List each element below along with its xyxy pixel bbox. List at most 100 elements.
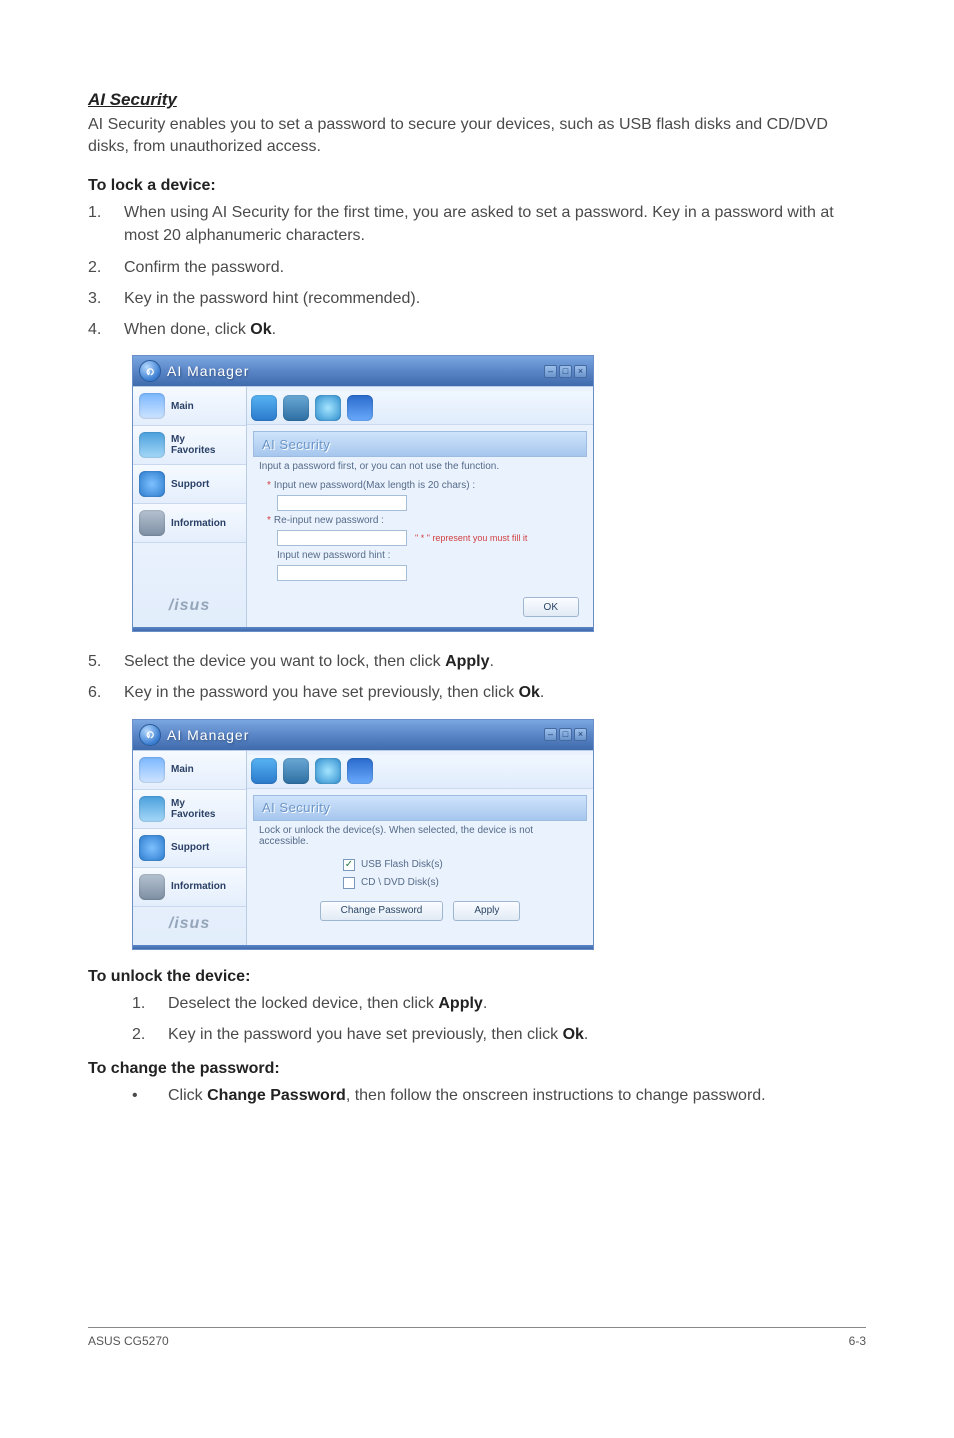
main-icon [139,757,165,783]
apply-button[interactable]: Apply [453,901,520,921]
form-row [277,495,587,511]
tool-icon[interactable] [315,758,341,784]
toolbar [247,391,593,425]
cd-checkbox[interactable] [343,877,355,889]
screenshot-ai-manager-setpw: ၈ AI Manager – □ × Main My Favorites [88,355,866,632]
maximize-button[interactable]: □ [559,728,572,741]
window-titlebar: ၈ AI Manager – □ × [133,720,593,750]
tool-icon[interactable] [283,395,309,421]
main-icon [139,393,165,419]
tool-icon[interactable] [251,758,277,784]
favorites-icon [139,432,165,458]
app-logo-icon: ၈ [139,360,161,382]
ai-security-intro: AI Security enables you to set a passwor… [88,114,866,157]
window-bottom-border [133,627,593,631]
form-label-reinput: * Re-input new password : [267,515,587,526]
minimize-button[interactable]: – [544,728,557,741]
list-item: 2. Key in the password you have set prev… [132,1023,866,1046]
content-pane: AI Security Input a password first, or y… [247,387,593,627]
sidebar-item-label: My Favorites [171,798,215,820]
list-item: 3. Key in the password hint (recommended… [88,287,866,310]
window-body: Main My Favorites Support Information [133,750,593,945]
new-password-input[interactable] [277,495,407,511]
list-item: 6. Key in the password you have set prev… [88,681,866,704]
favorites-icon [139,796,165,822]
window-titlebar: ၈ AI Manager – □ × [133,356,593,386]
usb-checkbox-row: ✓ USB Flash Disk(s) [343,859,587,871]
list-item: • Click Change Password, then follow the… [132,1084,866,1107]
window-title: AI Manager [167,727,544,743]
required-hint: " * " represent you must fill it [415,533,527,543]
sidebar: Main My Favorites Support Information [133,387,247,627]
step-text: Key in the password you have set previou… [124,681,544,704]
ai-manager-window: ၈ AI Manager – □ × Main My Favorites [132,719,594,950]
lock-device-heading: To lock a device: [88,177,866,195]
maximize-button[interactable]: □ [559,365,572,378]
screenshot-ai-manager-lock: ၈ AI Manager – □ × Main My Favorites [88,719,866,950]
change-password-list: • Click Change Password, then follow the… [132,1084,866,1107]
unlock-steps-list: 1. Deselect the locked device, then clic… [132,992,866,1046]
usb-label: USB Flash Disk(s) [361,859,443,870]
content-title: AI Security [253,431,587,457]
sidebar-item-information[interactable]: Information [133,504,246,543]
password-hint-input[interactable] [277,565,407,581]
information-icon [139,874,165,900]
content-description: Lock or unlock the device(s). When selec… [253,821,587,853]
window-body: Main My Favorites Support Information [133,386,593,627]
step-number: 6. [88,681,124,704]
content-pane: AI Security Lock or unlock the device(s)… [247,751,593,945]
sidebar-item-label: Information [171,881,226,892]
content-title: AI Security [253,795,587,821]
change-password-button[interactable]: Change Password [320,901,444,921]
sidebar-item-information[interactable]: Information [133,868,246,907]
minimize-button[interactable]: – [544,365,557,378]
tool-icon[interactable] [347,395,373,421]
sidebar-item-label: My Favorites [171,434,215,456]
form-label-newpw: * Input new password(Max length is 20 ch… [267,480,587,491]
reinput-password-input[interactable] [277,530,407,546]
tool-icon[interactable] [251,395,277,421]
tool-icon[interactable] [283,758,309,784]
sidebar-item-favorites[interactable]: My Favorites [133,426,246,465]
step-number: 5. [88,650,124,673]
cd-label: CD \ DVD Disk(s) [361,877,439,888]
sidebar-item-label: Information [171,518,226,529]
step-text: Key in the password you have set previou… [168,1023,588,1046]
sidebar-item-main[interactable]: Main [133,387,246,426]
close-button[interactable]: × [574,365,587,378]
tool-icon[interactable] [347,758,373,784]
page-content: AI Security AI Security enables you to s… [0,0,954,1388]
footer-right: 6-3 [849,1334,866,1348]
list-item: 1. Deselect the locked device, then clic… [132,992,866,1015]
lock-steps-continue-list: 5. Select the device you want to lock, t… [88,650,866,704]
footer-left: ASUS CG5270 [88,1334,169,1348]
step-text: When done, click Ok. [124,318,276,341]
form-label-hint: Input new password hint : [277,550,587,561]
button-row: OK [253,597,587,617]
usb-checkbox[interactable]: ✓ [343,859,355,871]
form-row [277,565,587,581]
bullet-text: Click Change Password, then follow the o… [168,1084,766,1107]
sidebar-brand: /isus [133,907,246,945]
close-button[interactable]: × [574,728,587,741]
form-row: " * " represent you must fill it [277,530,587,546]
required-star-icon: * [267,480,271,491]
content-description: Input a password first, or you can not u… [253,457,587,478]
sidebar-item-label: Support [171,842,209,853]
sidebar-item-label: Support [171,479,209,490]
ai-manager-window: ၈ AI Manager – □ × Main My Favorites [132,355,594,632]
tool-icon[interactable] [315,395,341,421]
window-buttons: – □ × [544,365,587,378]
list-item: 2. Confirm the password. [88,256,866,279]
sidebar-item-support[interactable]: Support [133,465,246,504]
sidebar-item-main[interactable]: Main [133,751,246,790]
list-item: 1. When using AI Security for the first … [88,201,866,247]
unlock-device-heading: To unlock the device: [88,968,866,986]
step-number: 1. [88,201,124,247]
sidebar-item-support[interactable]: Support [133,829,246,868]
sidebar-item-favorites[interactable]: My Favorites [133,790,246,829]
page-footer: ASUS CG5270 6-3 [88,1327,866,1348]
sidebar-item-label: Main [171,764,194,775]
bullet-icon: • [132,1084,168,1107]
ok-button[interactable]: OK [523,597,579,617]
